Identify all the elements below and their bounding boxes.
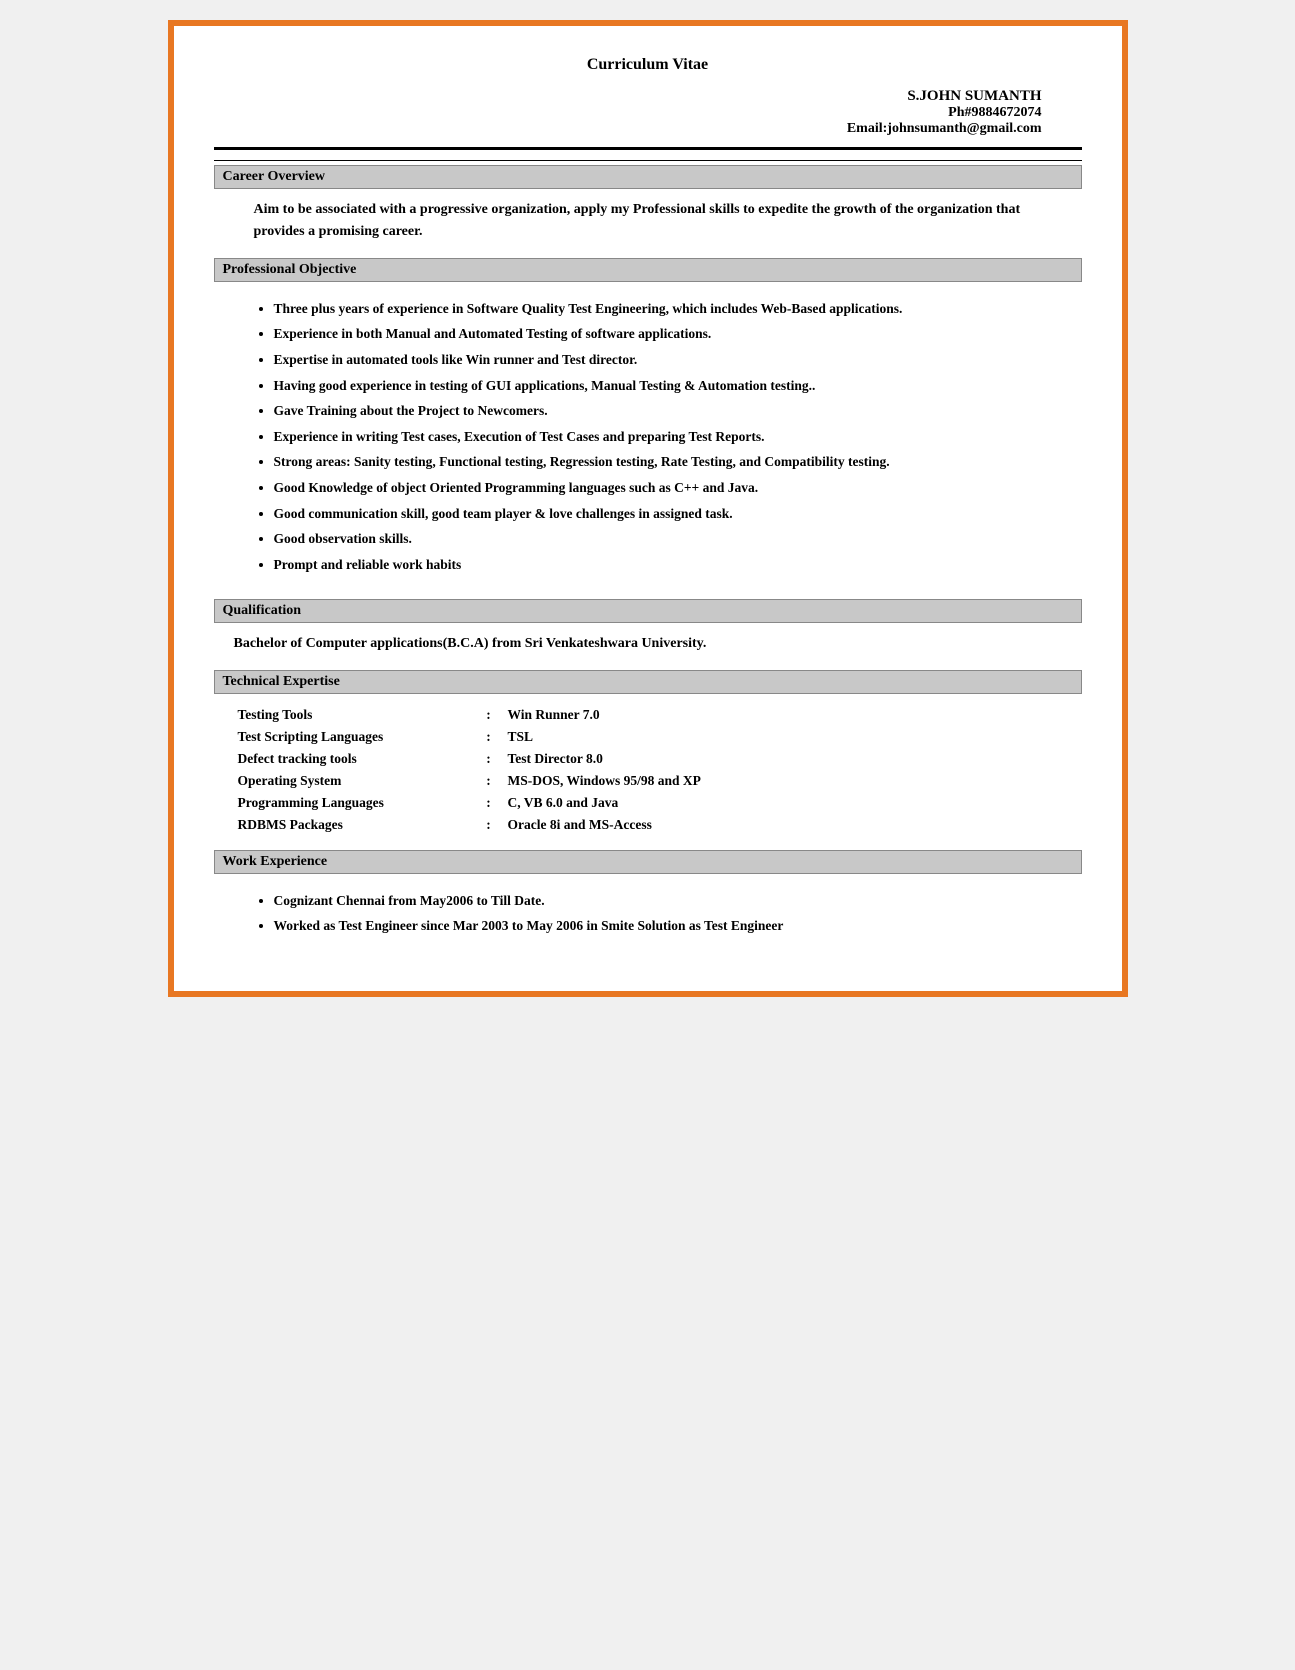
career-overview-text: Aim to be associated with a progressive … <box>254 199 1042 244</box>
tech-label: Testing Tools <box>234 704 474 726</box>
tech-label: Defect tracking tools <box>234 748 474 770</box>
table-row: Programming Languages : C, VB 6.0 and Ja… <box>234 792 1062 814</box>
tech-label: Programming Languages <box>234 792 474 814</box>
tech-label: Operating System <box>234 770 474 792</box>
tech-value: Win Runner 7.0 <box>504 704 1062 726</box>
table-row: Defect tracking tools : Test Director 8.… <box>234 748 1062 770</box>
tech-table: Testing Tools : Win Runner 7.0 Test Scri… <box>234 704 1062 836</box>
list-item: Experience in writing Test cases, Execut… <box>274 426 1082 448</box>
tech-sep: : <box>474 704 504 726</box>
tech-value: C, VB 6.0 and Java <box>504 792 1062 814</box>
work-experience-section: Work Experience Cognizant Chennai from M… <box>214 850 1082 947</box>
email-label: Email: <box>847 121 887 136</box>
technical-expertise-section: Technical Expertise Testing Tools : Win … <box>214 670 1082 836</box>
professional-objective-section: Professional Objective Three plus years … <box>214 258 1082 586</box>
tech-sep: : <box>474 726 504 748</box>
career-overview-heading: Career Overview <box>214 165 1082 189</box>
table-row: Test Scripting Languages : TSL <box>234 726 1062 748</box>
table-row: RDBMS Packages : Oracle 8i and MS-Access <box>234 814 1062 836</box>
tech-sep: : <box>474 770 504 792</box>
professional-objective-heading: Professional Objective <box>214 258 1082 282</box>
tech-sep: : <box>474 792 504 814</box>
candidate-name: S.JOHN SUMANTH <box>214 88 1042 105</box>
table-row: Testing Tools : Win Runner 7.0 <box>234 704 1062 726</box>
header: Curriculum Vitae S.JOHN SUMANTH Ph#98846… <box>214 56 1082 137</box>
email-address: johnsumanth@gmail.com <box>887 121 1041 136</box>
list-item: Experience in both Manual and Automated … <box>274 323 1082 345</box>
list-item: Cognizant Chennai from May2006 to Till D… <box>274 890 1082 912</box>
tech-sep: : <box>474 748 504 770</box>
tech-value: TSL <box>504 726 1062 748</box>
resume-page: Curriculum Vitae S.JOHN SUMANTH Ph#98846… <box>168 20 1128 997</box>
list-item: Worked as Test Engineer since Mar 2003 t… <box>274 915 1082 937</box>
email: Email:johnsumanth@gmail.com <box>214 121 1042 137</box>
qualification-section: Qualification Bachelor of Computer appli… <box>214 599 1082 655</box>
list-item: Three plus years of experience in Softwa… <box>274 298 1082 320</box>
professional-objective-list: Three plus years of experience in Softwa… <box>274 292 1082 586</box>
tech-value: Oracle 8i and MS-Access <box>504 814 1062 836</box>
list-item: Good Knowledge of object Oriented Progra… <box>274 477 1082 499</box>
list-item: Good communication skill, good team play… <box>274 503 1082 525</box>
tech-value: Test Director 8.0 <box>504 748 1062 770</box>
work-experience-list: Cognizant Chennai from May2006 to Till D… <box>274 884 1082 947</box>
phone: Ph#9884672074 <box>214 105 1042 121</box>
list-item: Expertise in automated tools like Win ru… <box>274 349 1082 371</box>
tech-sep: : <box>474 814 504 836</box>
tech-value: MS-DOS, Windows 95/98 and XP <box>504 770 1062 792</box>
qualification-text: Bachelor of Computer applications(B.C.A)… <box>234 633 1062 655</box>
header-divider <box>214 147 1082 150</box>
table-row: Operating System : MS-DOS, Windows 95/98… <box>234 770 1062 792</box>
tech-label: RDBMS Packages <box>234 814 474 836</box>
work-experience-heading: Work Experience <box>214 850 1082 874</box>
qualification-heading: Qualification <box>214 599 1082 623</box>
list-item: Having good experience in testing of GUI… <box>274 375 1082 397</box>
list-item: Prompt and reliable work habits <box>274 554 1082 576</box>
tech-label: Test Scripting Languages <box>234 726 474 748</box>
career-overview-section: Career Overview Aim to be associated wit… <box>214 165 1082 244</box>
phone-number: 9884672074 <box>972 105 1042 120</box>
list-item: Gave Training about the Project to Newco… <box>274 400 1082 422</box>
technical-expertise-heading: Technical Expertise <box>214 670 1082 694</box>
cv-title: Curriculum Vitae <box>214 56 1082 74</box>
header-divider-thin <box>214 160 1082 161</box>
phone-label: Ph# <box>948 105 971 120</box>
list-item: Good observation skills. <box>274 528 1082 550</box>
list-item: Strong areas: Sanity testing, Functional… <box>274 451 1082 473</box>
name-block: S.JOHN SUMANTH Ph#9884672074 Email:johns… <box>214 88 1042 137</box>
